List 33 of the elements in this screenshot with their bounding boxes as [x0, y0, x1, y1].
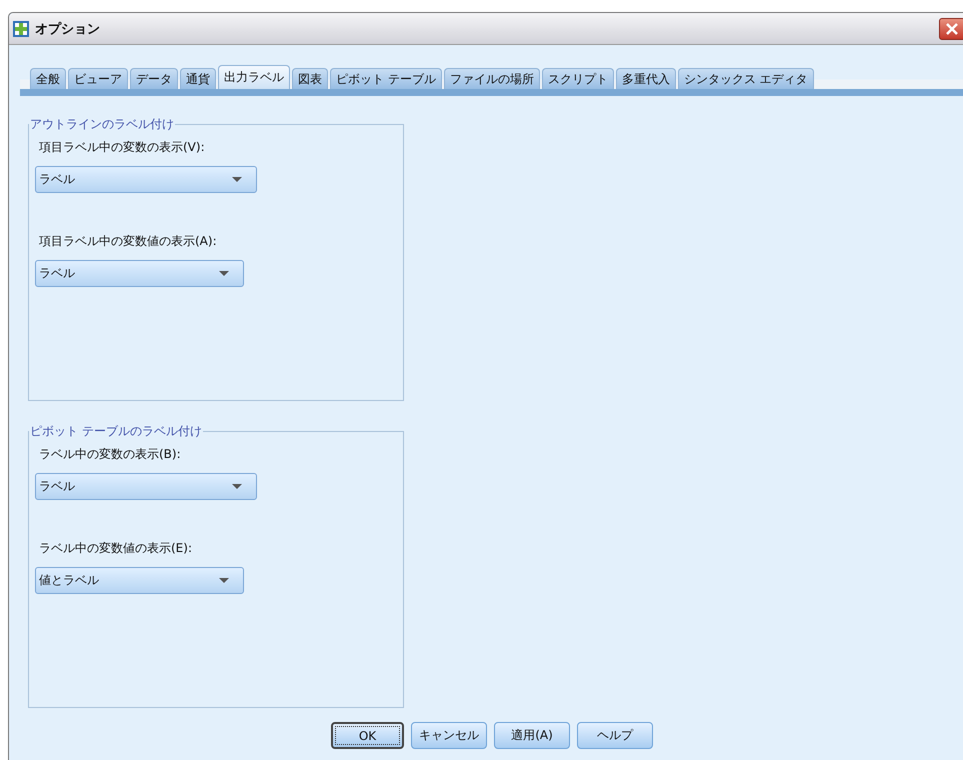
dialog-button[interactable]: OK — [331, 722, 404, 749]
caret-icon — [219, 271, 229, 276]
caret-icon — [232, 484, 242, 489]
tab[interactable]: 全般 — [30, 68, 66, 89]
window-title: オプション — [35, 20, 101, 38]
close-icon — [945, 22, 959, 36]
tab[interactable]: 多重代入 — [616, 68, 676, 89]
caret-icon — [232, 177, 242, 182]
app-icon — [13, 20, 29, 36]
dialog-button[interactable]: 適用(A) — [494, 722, 570, 749]
tab[interactable]: スクリプト — [542, 68, 614, 89]
caret-icon — [219, 578, 229, 583]
dropdown[interactable]: ラベル — [35, 260, 244, 287]
field-label: 項目ラベル中の変数値の表示(A): — [39, 233, 218, 250]
tab[interactable]: データ — [130, 68, 178, 89]
field-label: ラベル中の変数の表示(B): — [39, 446, 182, 463]
tab[interactable]: ファイルの場所 — [444, 68, 540, 89]
dropdown[interactable]: ラベル — [35, 473, 257, 500]
dialog-button[interactable]: ヘルプ — [577, 722, 653, 749]
tab[interactable]: 通貨 — [180, 68, 216, 89]
tab[interactable]: 出力ラベル — [218, 65, 290, 89]
tab[interactable]: シンタックス エディタ — [678, 68, 814, 89]
dropdown[interactable]: 値とラベル — [35, 567, 244, 594]
field-label: ラベル中の変数値の表示(E): — [39, 540, 193, 557]
dropdown[interactable]: ラベル — [35, 166, 257, 193]
group-title: アウトラインのラベル付け — [29, 116, 175, 133]
dialog-button[interactable]: キャンセル — [411, 722, 487, 749]
close-button[interactable] — [939, 18, 963, 40]
tab[interactable]: ビューア — [68, 68, 128, 89]
field-label: 項目ラベル中の変数の表示(V): — [39, 139, 206, 156]
tab[interactable]: ピボット テーブル — [330, 68, 442, 89]
group-title: ピボット テーブルのラベル付け — [29, 423, 203, 440]
tab[interactable]: 図表 — [292, 68, 328, 89]
